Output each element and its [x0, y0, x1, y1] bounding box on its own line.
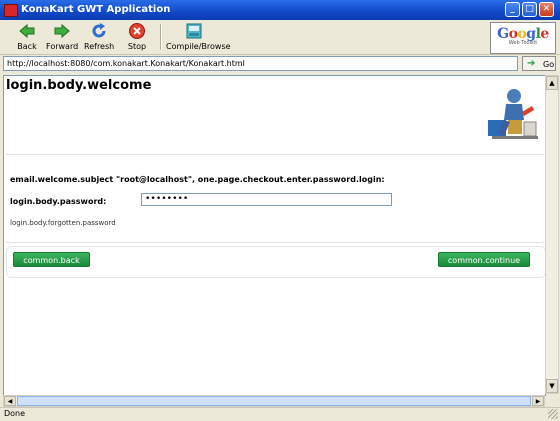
scroll-right-icon[interactable]: ▶ [532, 396, 544, 406]
status-text: Done [4, 409, 26, 418]
window-title-bar: KonaKart GWT Application _ □ ✕ [0, 0, 560, 20]
login-form-panel: email.welcome.subject "root@localhost", … [6, 154, 544, 243]
scroll-down-icon[interactable]: ▼ [546, 379, 558, 393]
refresh-button[interactable]: Refresh [84, 22, 114, 52]
continue-button[interactable]: common.continue [438, 252, 530, 267]
compile-browse-button[interactable]: Compile/Browse [166, 22, 231, 52]
forward-label: Forward [46, 42, 79, 51]
refresh-icon [92, 23, 106, 38]
maximize-button[interactable]: □ [522, 2, 537, 17]
scroll-left-icon[interactable]: ◀ [4, 396, 16, 406]
resize-grip-icon[interactable] [548, 409, 558, 419]
url-field[interactable]: http://localhost:8080/com.konakart.Konak… [3, 56, 518, 71]
go-arrow-icon: ➔ [527, 58, 536, 69]
go-button[interactable]: ➔ Go [522, 56, 556, 71]
back-label: Back [17, 42, 37, 51]
scroll-up-icon[interactable]: ▲ [546, 76, 558, 90]
vertical-scrollbar[interactable]: ▲ ▼ [545, 75, 559, 394]
window-title: KonaKart GWT Application [21, 4, 171, 15]
gwt-logo: Google Web Toolkit [490, 22, 556, 54]
close-window-button[interactable]: ✕ [539, 2, 554, 17]
stop-icon [129, 23, 145, 39]
konakart-mascot-icon [488, 89, 538, 139]
horizontal-scrollbar[interactable]: ◀ ▶ [3, 395, 545, 407]
stop-label: Stop [127, 42, 147, 51]
forgotten-password-link[interactable]: login.body.forgotten.password [10, 219, 116, 227]
toolbar: Back Forward Refresh Stop Compile/Browse [0, 20, 560, 55]
go-label: Go [543, 60, 555, 69]
back-button[interactable]: Back [14, 22, 40, 52]
toolbar-separator [160, 24, 162, 50]
back-page-button[interactable]: common.back [13, 252, 90, 267]
password-field[interactable]: •••••••• [141, 193, 392, 206]
forward-arrow-icon [54, 23, 70, 39]
button-panel: common.back common.continue [6, 246, 545, 278]
stop-button[interactable]: Stop [126, 22, 148, 52]
back-arrow-icon [19, 23, 35, 39]
app-icon [4, 4, 18, 17]
page-title: login.body.welcome [6, 78, 152, 93]
page-viewport: login.body.welcome email.welcome.subject… [3, 75, 546, 396]
address-bar: http://localhost:8080/com.konakart.Konak… [0, 55, 560, 73]
horizontal-scroll-thumb[interactable] [17, 396, 531, 406]
status-bar: Done [0, 407, 560, 421]
password-label: login.body.password: [10, 197, 107, 206]
compile-browse-icon [186, 23, 202, 39]
compile-browse-label: Compile/Browse [166, 42, 231, 51]
email-message: email.welcome.subject "root@localhost", … [10, 175, 385, 184]
refresh-label: Refresh [84, 42, 115, 51]
minimize-button[interactable]: _ [505, 2, 520, 17]
forward-button[interactable]: Forward [46, 22, 78, 52]
